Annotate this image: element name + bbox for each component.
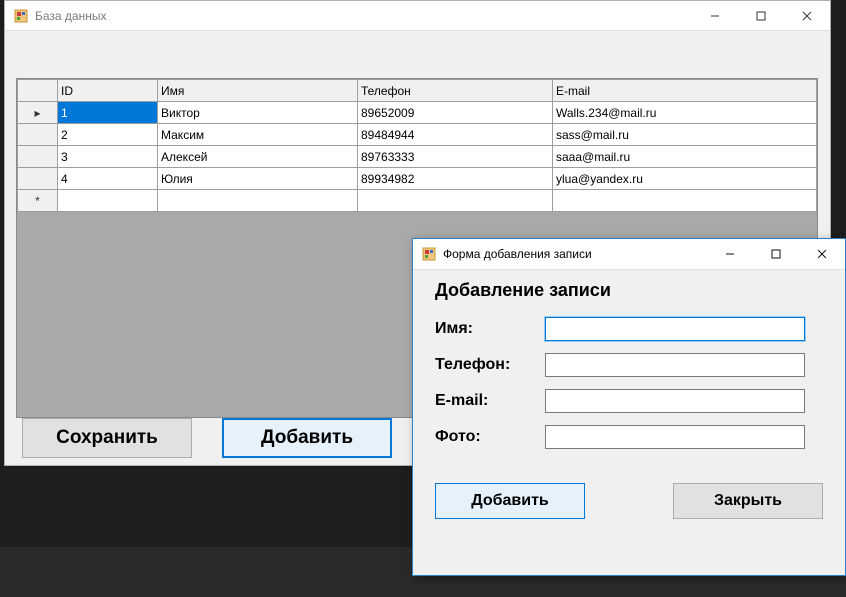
- col-header-tel[interactable]: Телефон: [358, 80, 553, 102]
- cell-name[interactable]: Максим: [158, 124, 358, 146]
- minimize-button[interactable]: [692, 1, 738, 30]
- input-photo[interactable]: [545, 425, 805, 449]
- empty-cell[interactable]: [358, 190, 553, 212]
- dialog-add-button[interactable]: Добавить: [435, 483, 585, 519]
- close-button[interactable]: [784, 1, 830, 30]
- main-titlebar: База данных: [5, 1, 830, 31]
- dialog-body: Добавление записи Имя: Телефон: E-mail: …: [413, 270, 845, 533]
- empty-cell[interactable]: [58, 190, 158, 212]
- row-header[interactable]: [18, 168, 58, 190]
- label-name: Имя:: [435, 320, 545, 338]
- new-row[interactable]: *: [18, 190, 817, 212]
- add-record-dialog: Форма добавления записи Добавление запис…: [412, 238, 846, 576]
- datagrid[interactable]: ID Имя Телефон E-mail ▸1Виктор89652009Wa…: [17, 79, 817, 212]
- input-name[interactable]: [545, 317, 805, 341]
- table-row[interactable]: 4Юлия89934982ylua@yandex.ru: [18, 168, 817, 190]
- main-window-title: База данных: [35, 9, 692, 23]
- dialog-close-button-bottom[interactable]: Закрыть: [673, 483, 823, 519]
- winforms-app-icon: [421, 246, 437, 262]
- col-header-id[interactable]: ID: [58, 80, 158, 102]
- cell-name[interactable]: Виктор: [158, 102, 358, 124]
- cell-tel[interactable]: 89763333: [358, 146, 553, 168]
- cell-mail[interactable]: Walls.234@mail.ru: [553, 102, 817, 124]
- empty-cell[interactable]: [158, 190, 358, 212]
- winforms-app-icon: [13, 8, 29, 24]
- cell-id[interactable]: 1: [58, 102, 158, 124]
- cell-id[interactable]: 4: [58, 168, 158, 190]
- add-button[interactable]: Добавить: [222, 418, 392, 458]
- dialog-window-title: Форма добавления записи: [443, 247, 707, 261]
- cell-tel[interactable]: 89934982: [358, 168, 553, 190]
- table-row[interactable]: ▸1Виктор89652009Walls.234@mail.ru: [18, 102, 817, 124]
- datagrid-corner-cell[interactable]: [18, 80, 58, 102]
- dialog-close-button[interactable]: [799, 239, 845, 269]
- datagrid-header-row: ID Имя Телефон E-mail: [18, 80, 817, 102]
- input-tel[interactable]: [545, 353, 805, 377]
- form-row-tel: Телефон:: [435, 353, 823, 377]
- form-row-name: Имя:: [435, 317, 823, 341]
- new-row-icon[interactable]: *: [18, 190, 58, 212]
- cell-id[interactable]: 2: [58, 124, 158, 146]
- dialog-titlebar: Форма добавления записи: [413, 239, 845, 270]
- dialog-maximize-button[interactable]: [753, 239, 799, 269]
- col-header-mail[interactable]: E-mail: [553, 80, 817, 102]
- col-header-name[interactable]: Имя: [158, 80, 358, 102]
- empty-cell[interactable]: [553, 190, 817, 212]
- cell-tel[interactable]: 89484944: [358, 124, 553, 146]
- label-photo: Фото:: [435, 428, 545, 446]
- save-button[interactable]: Сохранить: [22, 418, 192, 458]
- cell-tel[interactable]: 89652009: [358, 102, 553, 124]
- cell-mail[interactable]: sass@mail.ru: [553, 124, 817, 146]
- form-row-photo: Фото:: [435, 425, 823, 449]
- row-header[interactable]: ▸: [18, 102, 58, 124]
- cell-mail[interactable]: ylua@yandex.ru: [553, 168, 817, 190]
- cell-name[interactable]: Юлия: [158, 168, 358, 190]
- main-button-row: Сохранить Добавить: [22, 418, 392, 458]
- cell-mail[interactable]: saaa@mail.ru: [553, 146, 817, 168]
- dialog-heading: Добавление записи: [435, 280, 823, 301]
- row-header[interactable]: [18, 146, 58, 168]
- table-row[interactable]: 2Максим89484944sass@mail.ru: [18, 124, 817, 146]
- label-tel: Телефон:: [435, 356, 545, 374]
- cell-name[interactable]: Алексей: [158, 146, 358, 168]
- maximize-button[interactable]: [738, 1, 784, 30]
- label-mail: E-mail:: [435, 392, 545, 410]
- cell-id[interactable]: 3: [58, 146, 158, 168]
- row-header[interactable]: [18, 124, 58, 146]
- table-row[interactable]: 3Алексей89763333saaa@mail.ru: [18, 146, 817, 168]
- form-row-mail: E-mail:: [435, 389, 823, 413]
- input-mail[interactable]: [545, 389, 805, 413]
- dialog-button-row: Добавить Закрыть: [435, 483, 823, 519]
- dialog-minimize-button[interactable]: [707, 239, 753, 269]
